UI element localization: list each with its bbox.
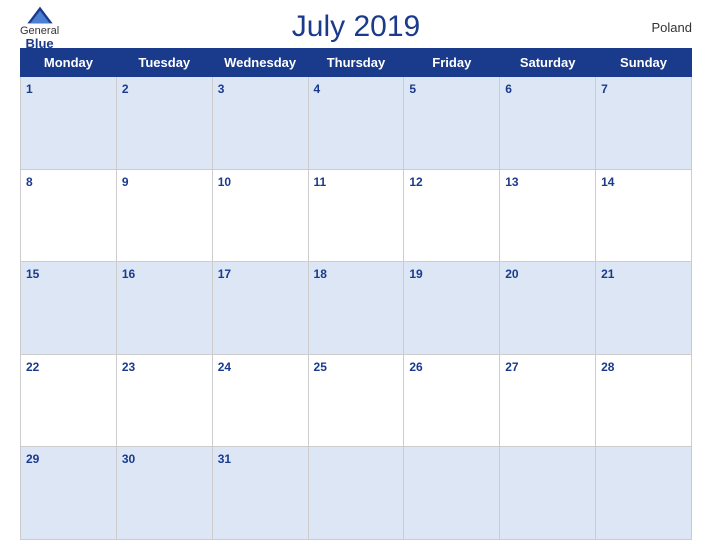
calendar-cell: 8 <box>21 169 117 262</box>
month-title: July 2019 <box>292 10 420 44</box>
calendar-cell: 22 <box>21 354 117 447</box>
day-number: 13 <box>505 175 518 189</box>
calendar-cell: 7 <box>596 77 692 170</box>
calendar-cell: 25 <box>308 354 404 447</box>
day-number: 9 <box>122 175 129 189</box>
week-row-5: 29 30 31 <box>21 447 692 540</box>
day-number: 31 <box>218 452 231 466</box>
day-number: 10 <box>218 175 231 189</box>
day-number: 4 <box>314 82 321 96</box>
calendar-cell: 29 <box>21 447 117 540</box>
day-number: 20 <box>505 267 518 281</box>
day-number: 28 <box>601 360 614 374</box>
day-number: 14 <box>601 175 614 189</box>
day-number: 24 <box>218 360 231 374</box>
day-number: 21 <box>601 267 614 281</box>
weekday-header-row: MondayTuesdayWednesdayThursdayFridaySatu… <box>21 49 692 77</box>
day-number: 27 <box>505 360 518 374</box>
day-number: 12 <box>409 175 422 189</box>
logo-icon <box>26 5 54 25</box>
day-number: 8 <box>26 175 33 189</box>
day-number: 5 <box>409 82 416 96</box>
day-number: 1 <box>26 82 33 96</box>
day-number: 30 <box>122 452 135 466</box>
week-row-2: 8 9 10 11 12 13 14 <box>21 169 692 262</box>
calendar-cell: 6 <box>500 77 596 170</box>
day-number: 23 <box>122 360 135 374</box>
calendar-cell: 23 <box>116 354 212 447</box>
logo-general-text: General <box>20 26 59 37</box>
weekday-friday: Friday <box>404 49 500 77</box>
day-number: 26 <box>409 360 422 374</box>
day-number: 6 <box>505 82 512 96</box>
calendar-cell: 26 <box>404 354 500 447</box>
calendar-cell: 13 <box>500 169 596 262</box>
calendar-cell: 16 <box>116 262 212 355</box>
weekday-wednesday: Wednesday <box>212 49 308 77</box>
weekday-tuesday: Tuesday <box>116 49 212 77</box>
day-number: 3 <box>218 82 225 96</box>
calendar-cell: 9 <box>116 169 212 262</box>
logo-blue-text: Blue <box>25 37 53 50</box>
weekday-sunday: Sunday <box>596 49 692 77</box>
calendar-cell: 15 <box>21 262 117 355</box>
calendar-cell <box>500 447 596 540</box>
calendar-table: MondayTuesdayWednesdayThursdayFridaySatu… <box>20 48 692 540</box>
calendar-cell: 3 <box>212 77 308 170</box>
day-number: 18 <box>314 267 327 281</box>
calendar-header: General Blue July 2019 Poland <box>20 10 692 44</box>
calendar-cell: 20 <box>500 262 596 355</box>
weekday-monday: Monday <box>21 49 117 77</box>
calendar-cell <box>596 447 692 540</box>
day-number: 2 <box>122 82 129 96</box>
day-number: 15 <box>26 267 39 281</box>
calendar-cell <box>404 447 500 540</box>
calendar-cell: 19 <box>404 262 500 355</box>
calendar-cell: 30 <box>116 447 212 540</box>
calendar-cell: 10 <box>212 169 308 262</box>
calendar-cell: 28 <box>596 354 692 447</box>
calendar-cell: 18 <box>308 262 404 355</box>
calendar-cell: 27 <box>500 354 596 447</box>
week-row-4: 22 23 24 25 26 27 28 <box>21 354 692 447</box>
calendar-cell: 12 <box>404 169 500 262</box>
day-number: 29 <box>26 452 39 466</box>
day-number: 7 <box>601 82 608 96</box>
calendar-cell: 5 <box>404 77 500 170</box>
calendar-cell: 17 <box>212 262 308 355</box>
calendar-cell: 4 <box>308 77 404 170</box>
day-number: 16 <box>122 267 135 281</box>
calendar-cell <box>308 447 404 540</box>
day-number: 17 <box>218 267 231 281</box>
day-number: 22 <box>26 360 39 374</box>
day-number: 19 <box>409 267 422 281</box>
calendar-cell: 31 <box>212 447 308 540</box>
day-number: 11 <box>314 175 327 189</box>
calendar-cell: 1 <box>21 77 117 170</box>
day-number: 25 <box>314 360 327 374</box>
calendar-cell: 2 <box>116 77 212 170</box>
calendar-cell: 11 <box>308 169 404 262</box>
calendar-cell: 14 <box>596 169 692 262</box>
country-label: Poland <box>652 20 692 35</box>
week-row-3: 15 16 17 18 19 20 21 <box>21 262 692 355</box>
calendar-cell: 24 <box>212 354 308 447</box>
weekday-saturday: Saturday <box>500 49 596 77</box>
weekday-thursday: Thursday <box>308 49 404 77</box>
week-row-1: 1 2 3 4 5 6 7 <box>21 77 692 170</box>
calendar-cell: 21 <box>596 262 692 355</box>
logo: General Blue <box>20 5 59 50</box>
